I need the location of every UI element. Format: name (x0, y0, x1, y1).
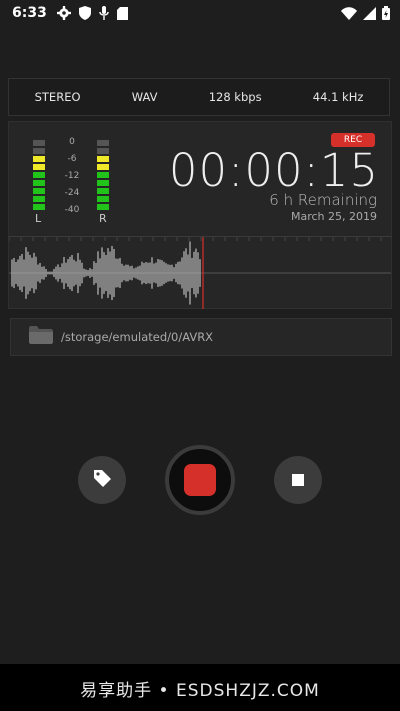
scale-tick: -24 (64, 188, 80, 198)
meter-segment (97, 188, 109, 194)
status-time: 6:33 (12, 5, 47, 21)
meter-segment (97, 140, 109, 146)
waveform (9, 236, 391, 309)
record-button[interactable] (165, 445, 235, 515)
waveform-graphic (9, 237, 391, 309)
meter-segment (33, 204, 45, 210)
shield-icon (78, 6, 91, 20)
sample-rate-value: 44.1 kHz (312, 90, 364, 104)
meter-segment (97, 148, 109, 154)
scale-tick: -40 (64, 205, 80, 215)
meter-segment (33, 148, 45, 154)
folder-icon (29, 326, 53, 348)
level-meter-right (97, 140, 109, 212)
meter-label-left: L (35, 212, 42, 225)
meter-segment (97, 196, 109, 202)
status-right-icons (341, 6, 390, 20)
tag-button[interactable] (78, 456, 126, 504)
meter-segment (97, 156, 109, 162)
meter-segment (97, 204, 109, 210)
recording-date: March 25, 2019 (290, 210, 377, 223)
recording-panel: L 0 -6 -12 -24 -40 R REC 00:00:15 6 h Re… (8, 121, 392, 309)
meter-label-right: R (99, 212, 107, 225)
watermark: 易享助手 • ESDSHZJZ.COM (80, 681, 320, 701)
meter-segment (97, 180, 109, 186)
remaining-time: 6 h Remaining (269, 191, 377, 209)
battery-icon (382, 6, 390, 20)
meter-segment (33, 140, 45, 146)
wifi-icon (341, 6, 357, 20)
signal-icon (363, 6, 376, 20)
meter-segment (33, 188, 45, 194)
storage-path-text: /storage/emulated/0/AVRX (61, 330, 214, 344)
record-icon (184, 464, 216, 496)
status-bar: 6:33 (0, 0, 400, 26)
meter-segment (33, 172, 45, 178)
scale-tick: -6 (67, 154, 77, 164)
recording-timer: 00:00:15 (168, 144, 379, 197)
stop-icon (292, 474, 304, 486)
level-meter-left (33, 140, 45, 212)
meter-segment (33, 196, 45, 202)
scale-tick: 0 (69, 137, 75, 147)
stop-button[interactable] (274, 456, 322, 504)
bitrate-value: 128 kbps (208, 90, 262, 104)
meter-segment (33, 180, 45, 186)
sd-card-icon (116, 6, 128, 20)
status-icons (56, 6, 128, 20)
settings-icon (56, 6, 71, 20)
tag-icon (92, 468, 112, 492)
microphone-icon (99, 6, 109, 20)
channels-value: STEREO (34, 90, 81, 104)
scale-tick: -12 (64, 171, 80, 181)
meter-scale: 0 -6 -12 -24 -40 (61, 134, 83, 219)
meter-segment (33, 156, 45, 162)
recording-format-bar[interactable]: STEREO WAV 128 kbps 44.1 kHz (8, 78, 390, 116)
meter-segment (33, 164, 45, 170)
storage-path-bar[interactable]: /storage/emulated/0/AVRX (10, 318, 392, 356)
format-value: WAV (131, 90, 158, 104)
meter-segment (97, 164, 109, 170)
meter-segment (97, 172, 109, 178)
